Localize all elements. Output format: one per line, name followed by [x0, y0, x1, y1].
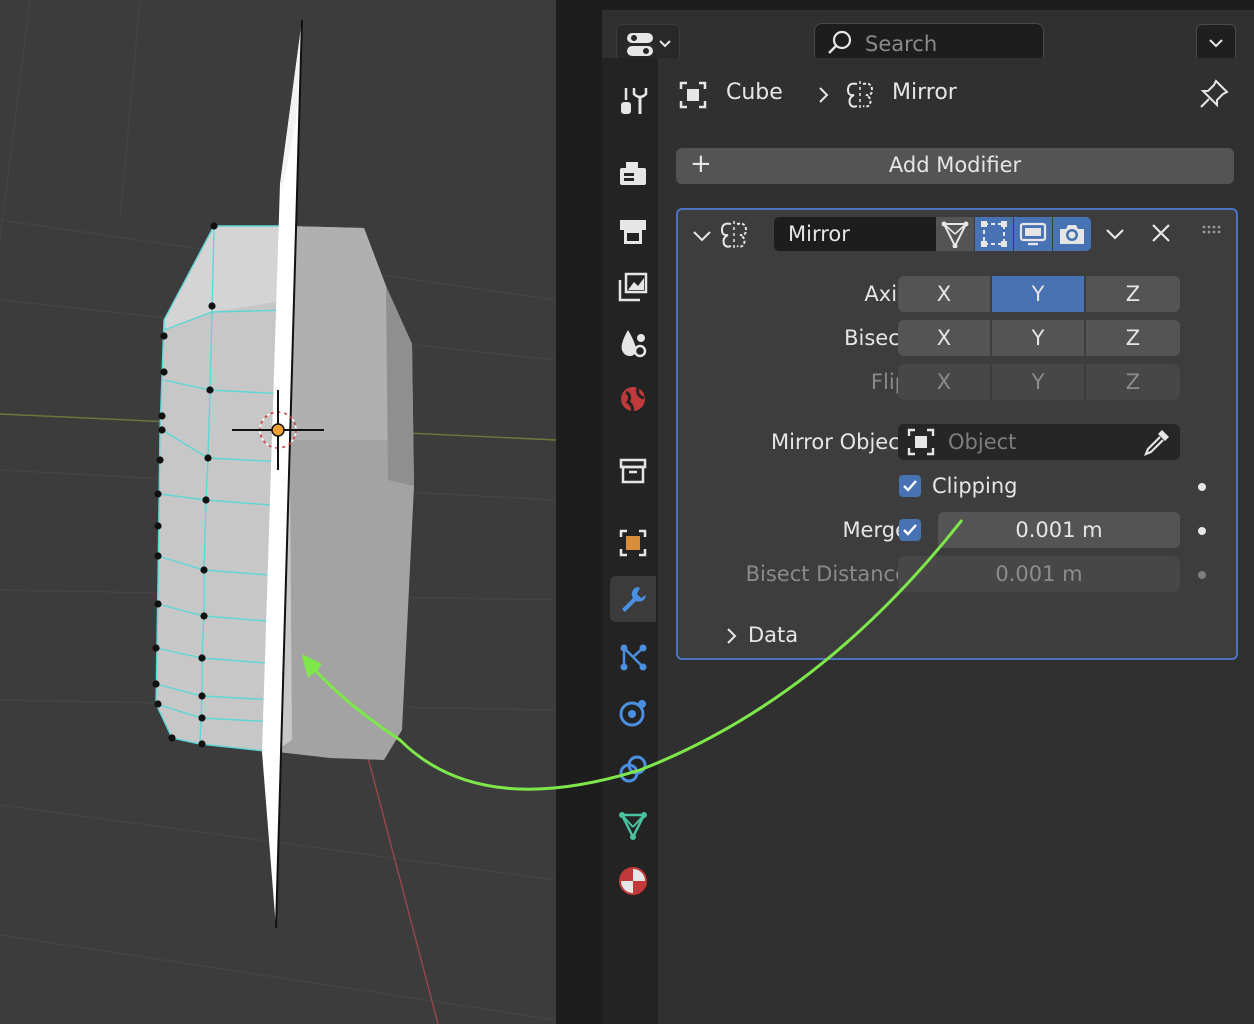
wrench-icon: [622, 587, 646, 612]
chevron-down-icon: [1209, 39, 1223, 48]
chevron-down-icon[interactable]: [1100, 219, 1130, 249]
properties-tab-bar: [602, 58, 658, 1024]
collapse-chevron-icon[interactable]: [690, 224, 714, 248]
edit-mode-toggle[interactable]: [975, 217, 1013, 251]
tab-object[interactable]: [610, 520, 656, 566]
mirror-modifier-panel: Mirror Axis X Y Z Bisect X Y Z Flip X Y …: [676, 208, 1238, 660]
view-layer-icon: [618, 272, 648, 302]
bisect-label: Bisect: [844, 326, 908, 350]
search-icon: [828, 30, 852, 54]
output-icon: [620, 220, 646, 244]
flip-z-button: Z: [1086, 364, 1180, 400]
edit-mode-icon: [981, 221, 1007, 247]
tab-world[interactable]: [610, 376, 656, 422]
mirror-object-field[interactable]: Object: [898, 424, 1180, 460]
scene-icon: [621, 330, 647, 358]
mirror-object-placeholder: Object: [948, 430, 1017, 454]
properties-header: Search: [602, 10, 1254, 64]
merge-checkbox[interactable]: [899, 519, 921, 541]
3d-viewport[interactable]: [0, 0, 556, 1024]
checkmark-icon: [903, 524, 917, 536]
pin-icon[interactable]: [1198, 78, 1230, 110]
clipping-label[interactable]: Clipping: [932, 474, 1017, 498]
breadcrumb-object[interactable]: Cube: [726, 80, 783, 105]
tab-physics[interactable]: [610, 690, 656, 736]
bisect-z-button[interactable]: Z: [1086, 320, 1180, 356]
viewport-display-toggle[interactable]: [1014, 217, 1052, 251]
chevron-right-icon[interactable]: [722, 624, 742, 648]
axis-label: Axis: [864, 282, 908, 306]
object-icon: [679, 81, 707, 109]
flip-y-button: Y: [992, 364, 1084, 400]
modifier-name-text: Mirror: [788, 222, 850, 246]
mirror-modifier-icon: [846, 81, 874, 109]
tab-collection[interactable]: [610, 448, 656, 494]
constraints-icon: [619, 755, 647, 783]
bisect-distance-field: 0.001 m: [898, 556, 1180, 592]
drag-handle-icon[interactable]: [1202, 224, 1224, 238]
bisect-y-button[interactable]: Y: [992, 320, 1084, 356]
tool-icon: [621, 88, 648, 114]
tab-material[interactable]: [610, 858, 656, 904]
checkmark-icon: [903, 480, 917, 492]
keyframe-dot[interactable]: [1198, 527, 1206, 535]
properties-editor: Search Cube Mirror + Add Modifier Mirror…: [602, 0, 1254, 1024]
monitor-icon: [1019, 222, 1047, 246]
options-dropdown-button[interactable]: [1196, 24, 1236, 62]
world-icon: [621, 387, 645, 413]
tab-particles[interactable]: [610, 634, 656, 680]
close-icon[interactable]: [1148, 220, 1174, 246]
flip-label: Flip: [870, 370, 908, 394]
physics-icon: [619, 700, 646, 727]
tab-tool[interactable]: [610, 78, 656, 124]
tab-modifiers[interactable]: [610, 576, 656, 622]
object-icon: [619, 529, 647, 557]
mirror-modifier-icon: [720, 221, 748, 249]
axis-z-button[interactable]: Z: [1086, 276, 1180, 312]
search-field[interactable]: Search: [814, 23, 1044, 63]
modifier-name-field[interactable]: Mirror: [774, 217, 936, 251]
merge-label: Merge: [842, 518, 908, 542]
mesh-data-icon: [619, 812, 647, 840]
merge-distance-field[interactable]: 0.001 m: [938, 512, 1180, 548]
tab-output[interactable]: [610, 208, 656, 254]
axis-y-button[interactable]: Y: [992, 276, 1084, 312]
edit-mode-cage-toggle[interactable]: [936, 217, 974, 251]
tab-view-layer[interactable]: [610, 264, 656, 310]
material-icon: [619, 867, 647, 895]
data-subpanel-label[interactable]: Data: [748, 623, 798, 647]
keyframe-dot: [1198, 571, 1206, 579]
search-placeholder: Search: [865, 32, 938, 56]
area-divider[interactable]: [556, 0, 602, 1024]
tab-scene[interactable]: [610, 320, 656, 366]
mirror-object-label: Mirror Object: [771, 430, 908, 454]
axis-x-button[interactable]: X: [898, 276, 990, 312]
particles-icon: [620, 644, 647, 671]
add-modifier-label: Add Modifier: [888, 153, 1022, 177]
tab-data[interactable]: [610, 802, 656, 848]
camera-icon: [1060, 225, 1084, 244]
modifier-properties: Cube Mirror + Add Modifier Mirror Axis X…: [658, 58, 1254, 1024]
bisect-distance-label: Bisect Distance: [745, 562, 908, 586]
chevron-right-icon: [819, 87, 829, 103]
tab-render[interactable]: [610, 150, 656, 196]
render-icon: [620, 162, 646, 185]
add-modifier-button[interactable]: + Add Modifier: [676, 148, 1234, 184]
bisect-x-button[interactable]: X: [898, 320, 990, 356]
breadcrumb-modifier[interactable]: Mirror: [892, 80, 957, 105]
keyframe-dot[interactable]: [1198, 483, 1206, 491]
tab-constraints[interactable]: [610, 746, 656, 792]
viewport-scene: [0, 0, 556, 1024]
eyedropper-icon[interactable]: [1142, 427, 1172, 457]
render-toggle[interactable]: [1053, 217, 1091, 251]
object-icon: [907, 428, 935, 456]
clipping-checkbox[interactable]: [899, 475, 921, 497]
mesh-vertices-icon: [941, 221, 969, 248]
flip-x-button: X: [898, 364, 990, 400]
collection-icon: [619, 458, 647, 484]
